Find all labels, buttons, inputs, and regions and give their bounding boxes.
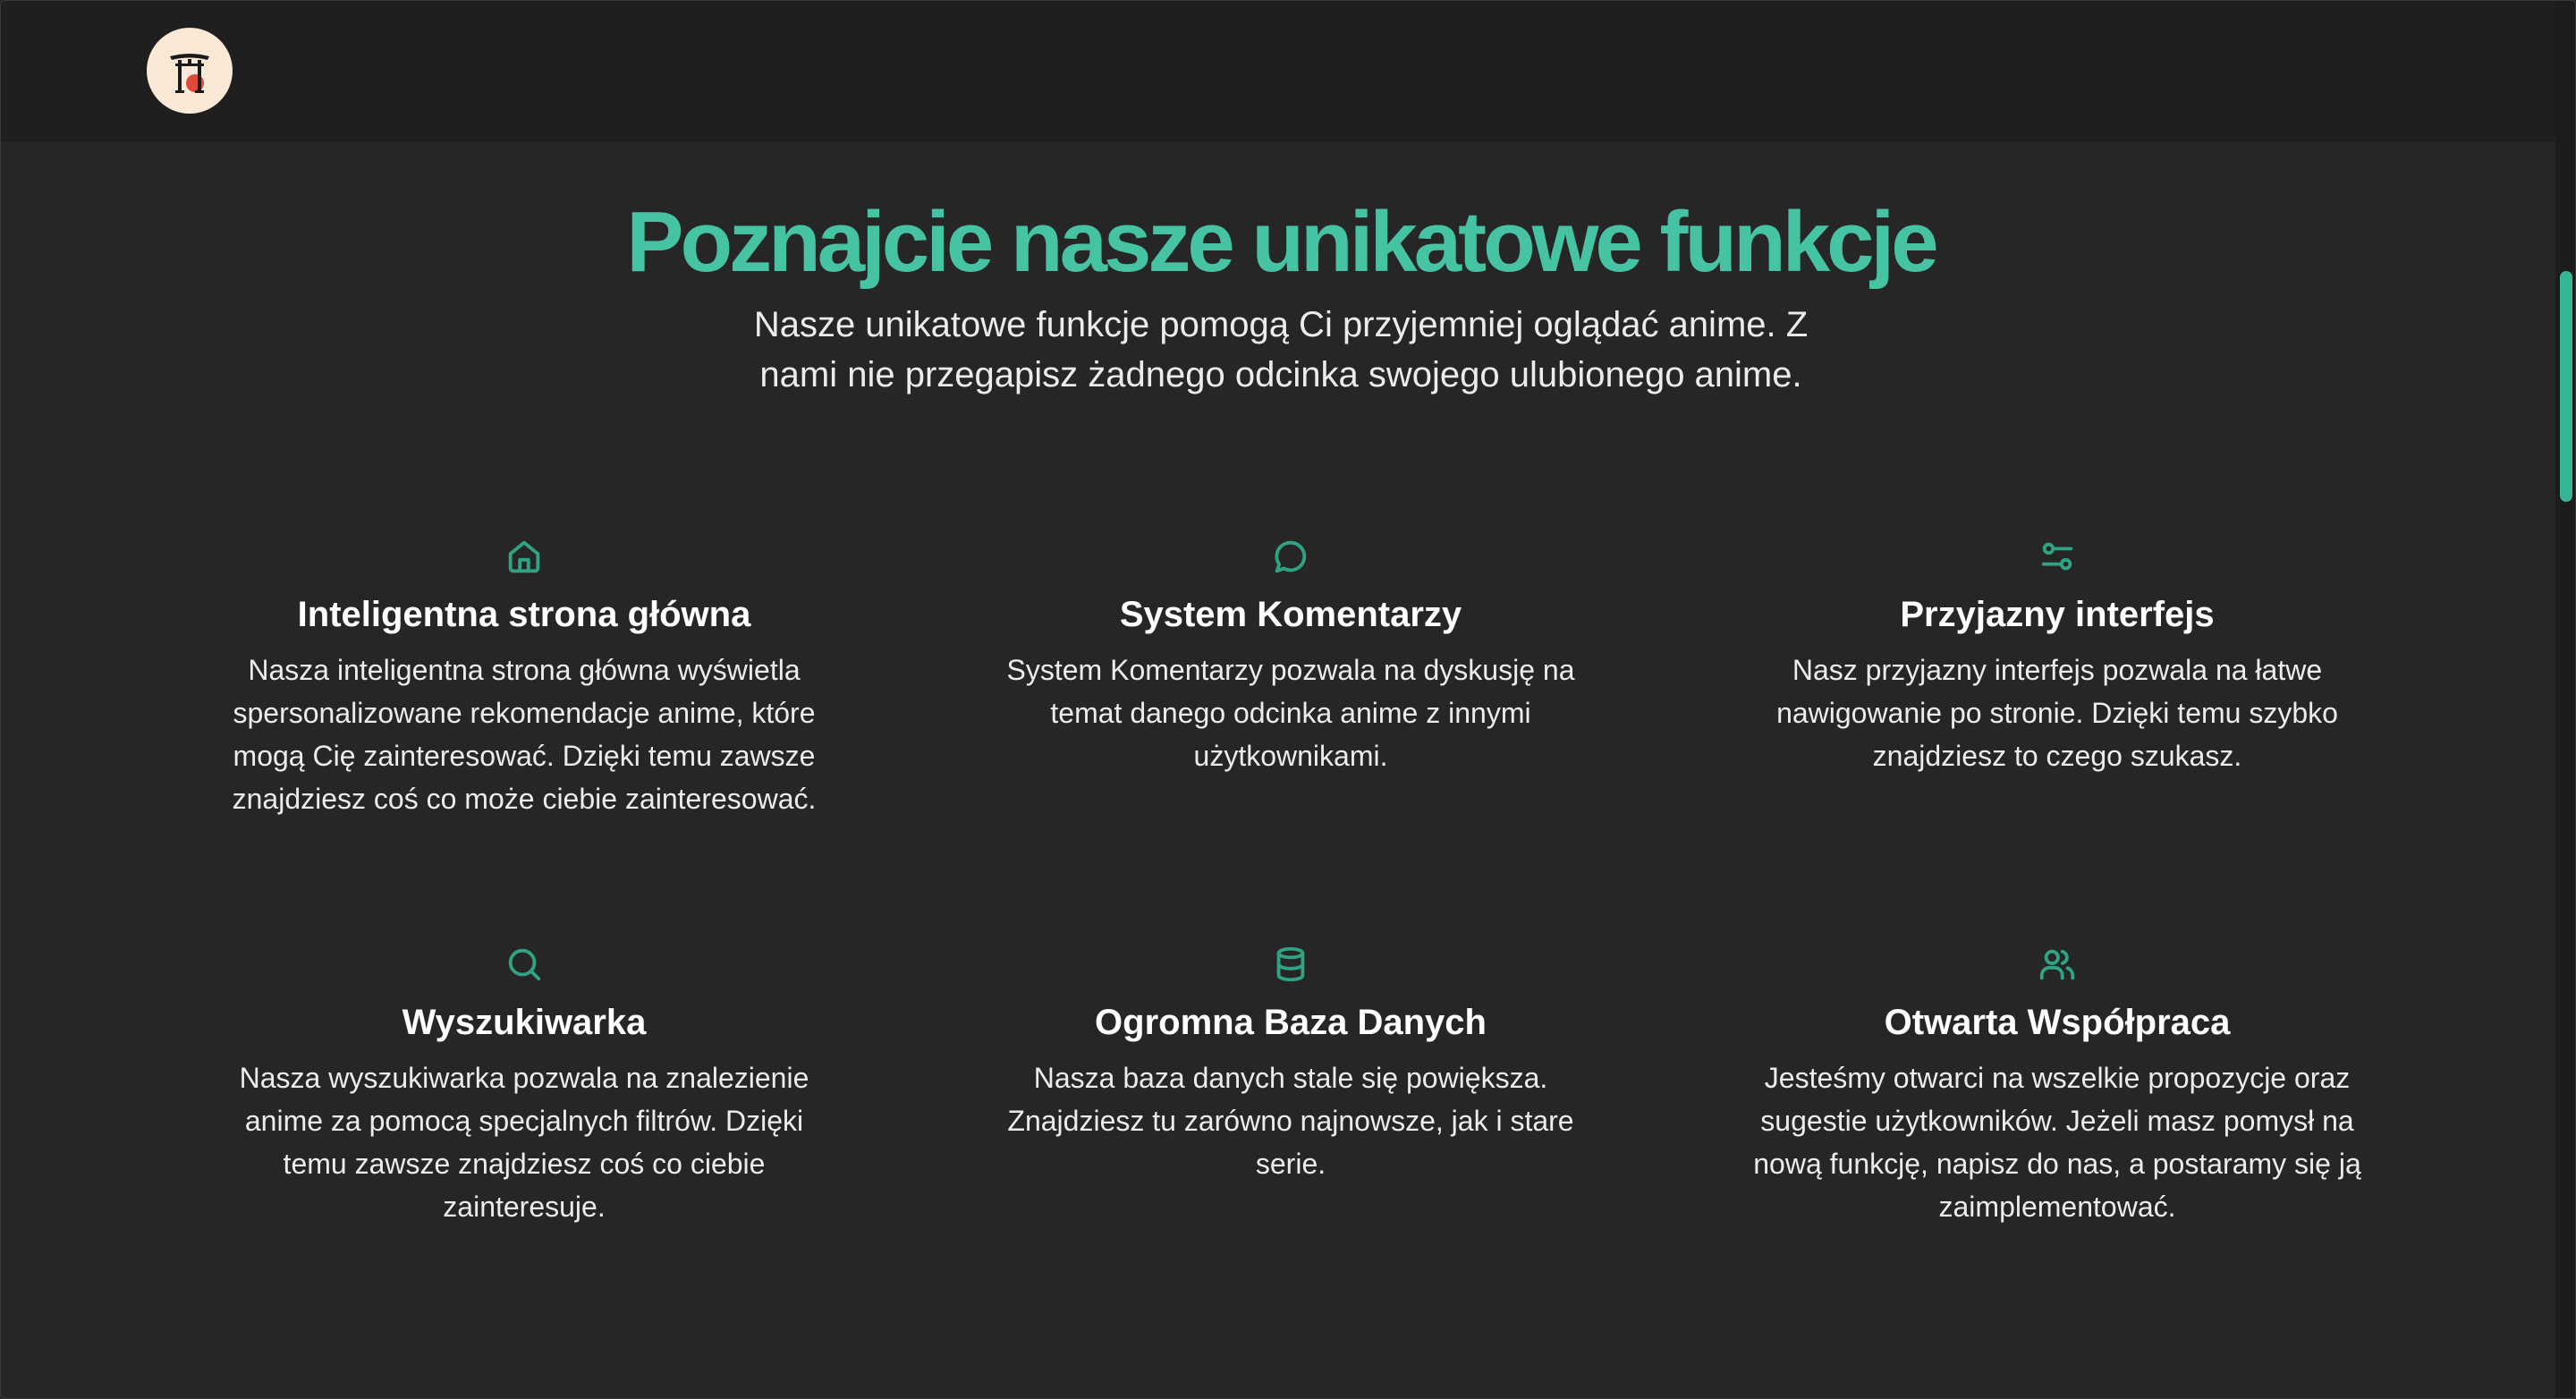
- feature-card-smart-homepage: Inteligentna strona główna Nasza intelig…: [216, 530, 833, 822]
- feature-description: Nasz przyjazny interfejs pozwala na łatw…: [1776, 654, 2338, 772]
- feature-title: System Komentarzy: [1119, 595, 1462, 634]
- scrollbar-track[interactable]: [2555, 1, 2575, 1398]
- database-icon: [1270, 944, 1311, 985]
- feature-title: Wyszukiwarka: [402, 1003, 647, 1042]
- users-icon: [2037, 944, 2078, 985]
- feature-card-friendly-interface: Przyjazny interfejs Nasz przyjazny inter…: [1749, 530, 2366, 822]
- search-icon: [504, 944, 545, 985]
- feature-card-search: Wyszukiwarka Nasza wyszukiwarka pozwala …: [216, 938, 833, 1230]
- features-grid: Inteligentna strona główna Nasza intelig…: [216, 530, 2366, 1230]
- page-frame: Poznajcie nasze unikatowe funkcje Nasze …: [0, 0, 2576, 1399]
- hero-subtitle: Nasze unikatowe funkcje pomogą Ci przyje…: [753, 305, 1809, 394]
- sliders-icon: [2037, 536, 2078, 577]
- feature-description: System Komentarzy pozwala na dyskusję na…: [1006, 654, 1575, 772]
- torii-gate-logo-icon: [170, 54, 209, 93]
- feature-description: Nasza inteligentna strona główna wyświet…: [232, 654, 817, 815]
- feature-card-open-collaboration: Otwarta Współpraca Jesteśmy otwarci na w…: [1749, 938, 2366, 1230]
- feature-title: Inteligentna strona główna: [297, 595, 751, 634]
- feature-description: Nasza wyszukiwarka pozwala na znalezieni…: [239, 1062, 809, 1223]
- feature-title: Otwarta Współpraca: [1884, 1003, 2231, 1042]
- feature-description: Jesteśmy otwarci na wszelkie propozycje …: [1753, 1062, 2361, 1223]
- feature-description: Nasza baza danych stale się powiększa. Z…: [1007, 1062, 1574, 1180]
- home-icon: [504, 536, 545, 577]
- top-navigation-bar: [1, 1, 2575, 142]
- feature-title: Ogromna Baza Danych: [1095, 1003, 1487, 1042]
- comment-icon: [1270, 536, 1311, 577]
- logo-link[interactable]: [147, 28, 233, 114]
- feature-card-comments: System Komentarzy System Komentarzy pozw…: [982, 530, 1599, 822]
- hero-title: Poznajcie nasze unikatowe funkcje: [626, 194, 1938, 290]
- feature-title: Przyjazny interfejs: [1900, 595, 2215, 634]
- feature-card-database: Ogromna Baza Danych Nasza baza danych st…: [982, 938, 1599, 1230]
- scrollbar-thumb[interactable]: [2560, 271, 2572, 502]
